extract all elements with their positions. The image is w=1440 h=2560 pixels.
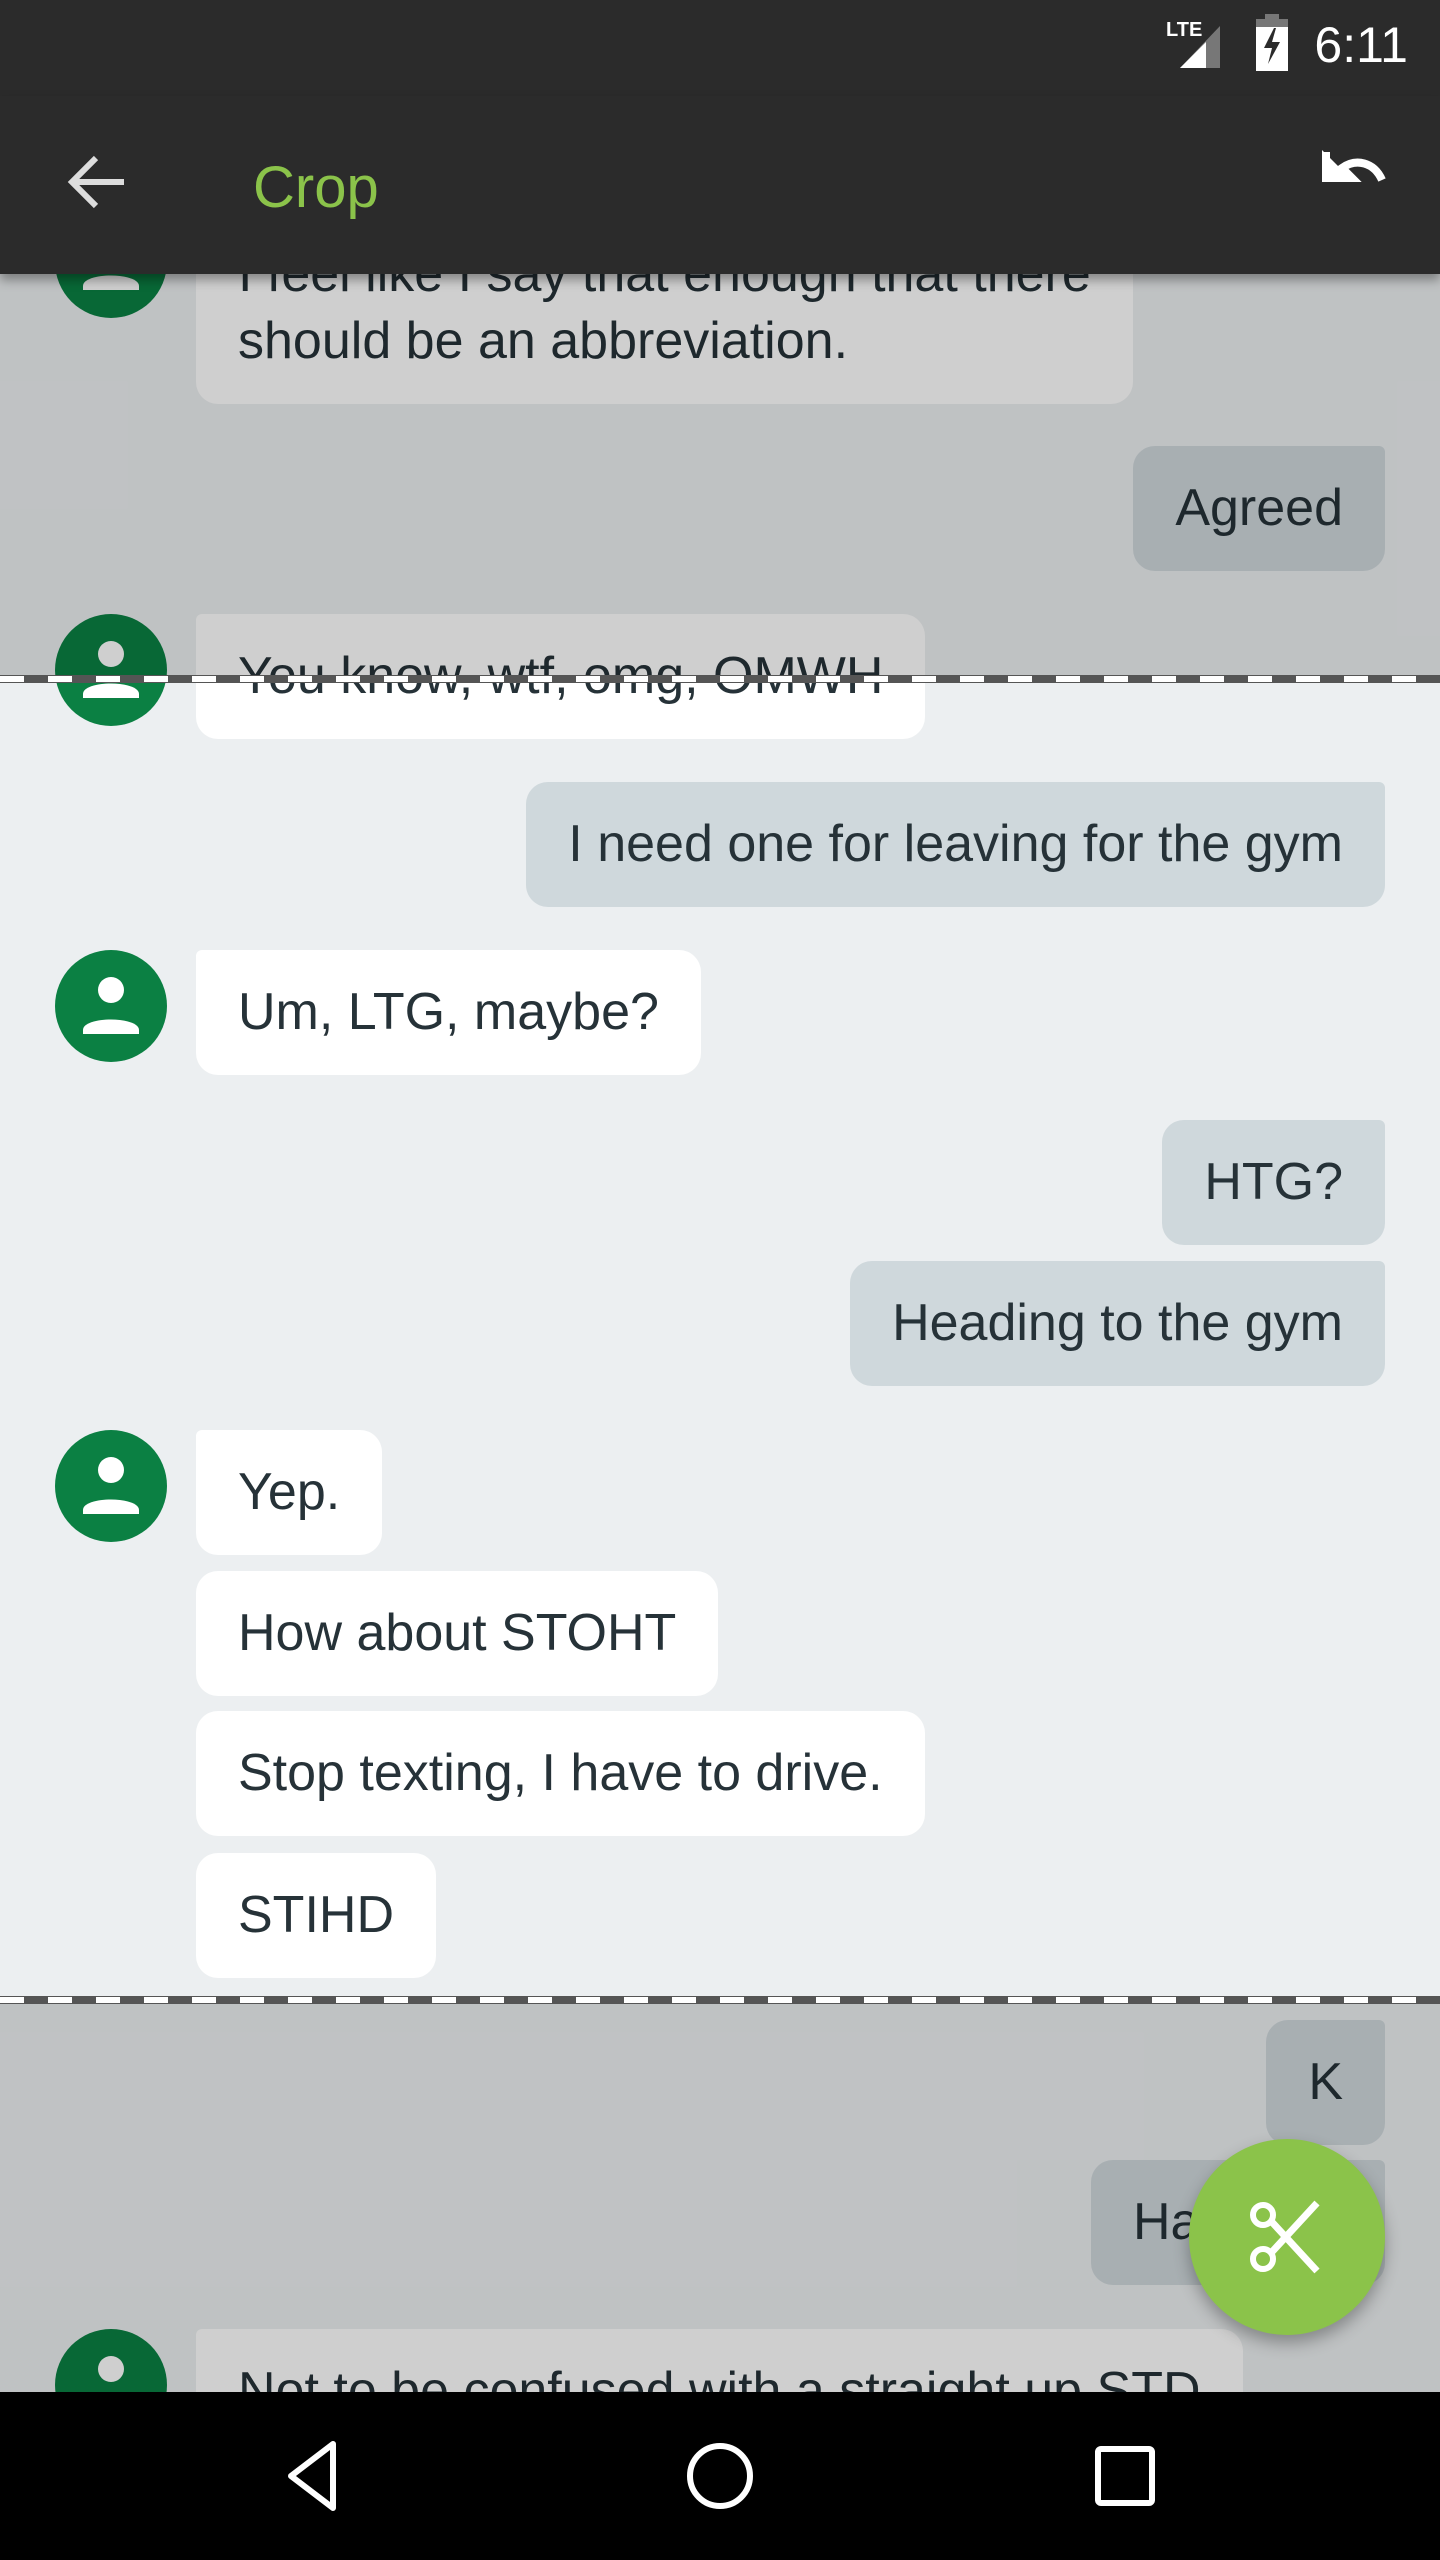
nav-recents-icon[interactable] — [1085, 2436, 1165, 2516]
message-received[interactable]: Stop texting, I have to drive. — [196, 1711, 925, 1836]
navigation-bar — [0, 2392, 1440, 2560]
svg-text:LTE: LTE — [1166, 19, 1202, 41]
toolbar: Crop — [0, 96, 1440, 274]
message-received[interactable]: STIHD — [196, 1853, 436, 1978]
message-received[interactable]: Yep. — [196, 1430, 383, 1555]
avatar — [55, 1430, 167, 1542]
crop-dim-top — [0, 274, 1440, 678]
crop-handle-bottom[interactable] — [0, 1996, 1440, 2004]
message-sent[interactable]: I need one for leaving for the gym — [526, 782, 1385, 907]
undo-icon[interactable] — [1318, 146, 1394, 196]
nav-home-icon[interactable] — [680, 2436, 760, 2516]
message-sent[interactable]: HTG? — [1162, 1120, 1385, 1245]
status-time: 6:11 — [1314, 17, 1408, 73]
lte-signal-icon: LTE — [1166, 19, 1220, 68]
message-received[interactable]: Um, LTG, maybe? — [196, 950, 701, 1075]
arrow-back-icon[interactable] — [66, 150, 130, 214]
scissors-icon — [1250, 2200, 1320, 2274]
person-icon — [83, 977, 139, 1034]
message-sent[interactable]: Heading to the gym — [850, 1261, 1385, 1386]
nav-back-icon[interactable] — [275, 2436, 355, 2516]
person-icon — [83, 1457, 139, 1514]
message-received[interactable]: How about STOHT — [196, 1571, 719, 1696]
crop-handle-top[interactable] — [0, 675, 1440, 683]
battery-charging-icon — [1256, 14, 1288, 71]
crop-fab-button[interactable] — [1189, 2139, 1385, 2335]
avatar — [55, 950, 167, 1062]
status-bar: LTE 6:11 — [0, 0, 1440, 96]
page-title: Crop — [253, 155, 379, 220]
